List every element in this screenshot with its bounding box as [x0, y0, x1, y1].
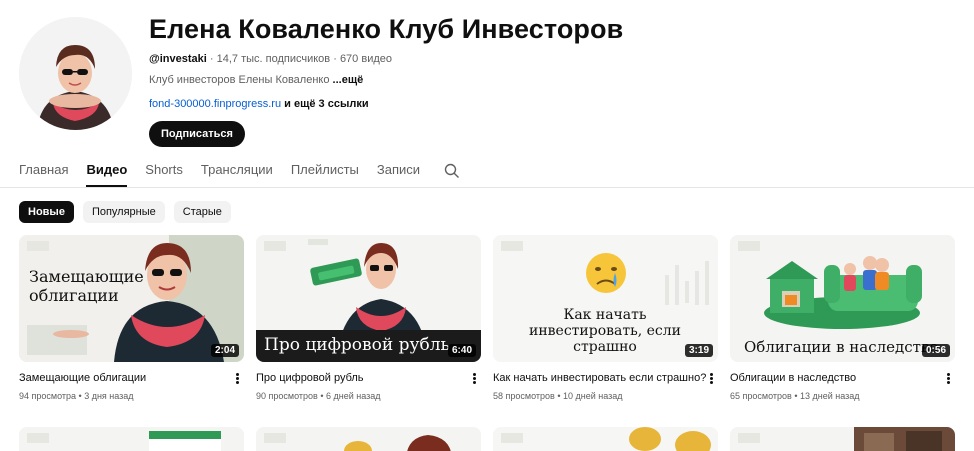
video-card[interactable]: Облигации в наследство 0:56 Облигации в … — [730, 235, 955, 401]
video-date: 13 дней назад — [799, 391, 860, 401]
video-duration: 2:04 — [210, 344, 239, 357]
video-duration: 3:19 — [684, 344, 713, 357]
video-title[interactable]: Замещающие облигации — [19, 372, 244, 384]
video-meta: 65 просмотров • 13 дней назад — [730, 391, 955, 401]
video-thumbnail[interactable]: Как начать инвестировать, если страшно 3… — [493, 235, 718, 362]
tab-posts[interactable]: Записи — [377, 162, 420, 187]
more-links[interactable]: и ещё 3 ссылки — [284, 98, 368, 110]
thumbnail-caption: Замещающие облигации — [29, 267, 144, 305]
tab-home[interactable]: Главная — [19, 162, 68, 187]
search-icon[interactable] — [444, 163, 460, 179]
tab-videos[interactable]: Видео — [86, 162, 128, 187]
video-title[interactable]: Как начать инвестировать если страшно? — [493, 372, 718, 384]
video-thumbnail-partial[interactable] — [19, 427, 244, 451]
video-duration: 6:40 — [447, 344, 476, 357]
meta-separator: · — [333, 53, 340, 65]
tab-playlists[interactable]: Плейлисты — [291, 162, 359, 187]
description-more[interactable]: ...ещё — [333, 74, 364, 86]
video-title[interactable]: Про цифровой рубль — [256, 372, 481, 384]
subscribe-button[interactable]: Подписаться — [149, 121, 245, 147]
video-title[interactable]: Облигации в наследство — [730, 372, 955, 384]
meta-separator: · — [209, 53, 217, 65]
video-views: 90 просмотров — [256, 391, 318, 401]
subscriber-count: 14,7 тыс. подписчиков — [216, 53, 331, 65]
chip-popular[interactable]: Популярные — [82, 201, 165, 223]
description-text: Клуб инвесторов Елены Коваленко — [149, 74, 330, 86]
tab-live[interactable]: Трансляции — [201, 162, 273, 187]
video-thumbnail[interactable]: Облигации в наследство 0:56 — [730, 235, 955, 362]
more-options-icon[interactable] — [706, 372, 716, 386]
more-options-icon[interactable] — [943, 372, 953, 386]
channel-avatar[interactable] — [19, 17, 132, 130]
video-views: 58 просмотров — [493, 391, 555, 401]
chip-newest[interactable]: Новые — [19, 201, 74, 223]
video-thumbnail[interactable]: Замещающие облигации 2:04 — [19, 235, 244, 362]
channel-title: Елена Коваленко Клуб Инвесторов — [149, 14, 624, 44]
channel-description[interactable]: Клуб инвесторов Елены Коваленко ...ещё — [149, 74, 623, 86]
tab-shorts[interactable]: Shorts — [145, 162, 183, 187]
channel-link[interactable]: fond-300000.finprogress.ru — [149, 98, 281, 110]
video-meta: 94 просмотра • 3 дня назад — [19, 391, 244, 401]
video-card[interactable]: Замещающие облигации 2:04 Замещающие обл… — [19, 235, 244, 401]
video-thumbnail-partial[interactable] — [256, 427, 481, 451]
channel-info: Елена Коваленко Клуб Инвесторов @investa… — [149, 14, 623, 147]
video-thumbnail[interactable]: Про цифровой рубль 6:40 — [256, 235, 481, 362]
video-date: 10 дней назад — [562, 391, 623, 401]
tabs-divider — [0, 187, 974, 188]
channel-links: fond-300000.finprogress.ru и ещё 3 ссылк… — [149, 98, 623, 110]
video-meta: 90 просмотров • 6 дней назад — [256, 391, 481, 401]
video-date: 6 дней назад — [325, 391, 381, 401]
video-views: 94 просмотра — [19, 391, 77, 401]
more-options-icon[interactable] — [232, 372, 242, 386]
video-thumbnail-partial[interactable] — [730, 427, 955, 451]
video-card[interactable]: Как начать инвестировать, если страшно 3… — [493, 235, 718, 401]
video-card[interactable]: Про цифровой рубль 6:40 Про цифровой руб… — [256, 235, 481, 401]
video-count: 670 видео — [339, 53, 392, 65]
more-options-icon[interactable] — [469, 372, 479, 386]
video-meta: 58 просмотров • 10 дней назад — [493, 391, 718, 401]
thumbnail-caption: Про цифровой рубль — [264, 335, 450, 355]
video-duration: 0:56 — [921, 344, 950, 357]
video-views: 65 просмотров — [730, 391, 792, 401]
video-thumbnail-partial[interactable] — [493, 427, 718, 451]
channel-tabs: Главная Видео Shorts Трансляции Плейлист… — [19, 162, 460, 188]
thumbnail-caption: Как начать инвестировать, если страшно — [529, 307, 681, 355]
sort-chips: Новые Популярные Старые — [19, 201, 231, 223]
channel-handle: @investaki — [149, 53, 207, 65]
chip-oldest[interactable]: Старые — [173, 201, 231, 223]
video-date: 3 дня назад — [84, 391, 134, 401]
channel-meta: @investaki · 14,7 тыс. подписчиков · 670… — [149, 53, 623, 65]
